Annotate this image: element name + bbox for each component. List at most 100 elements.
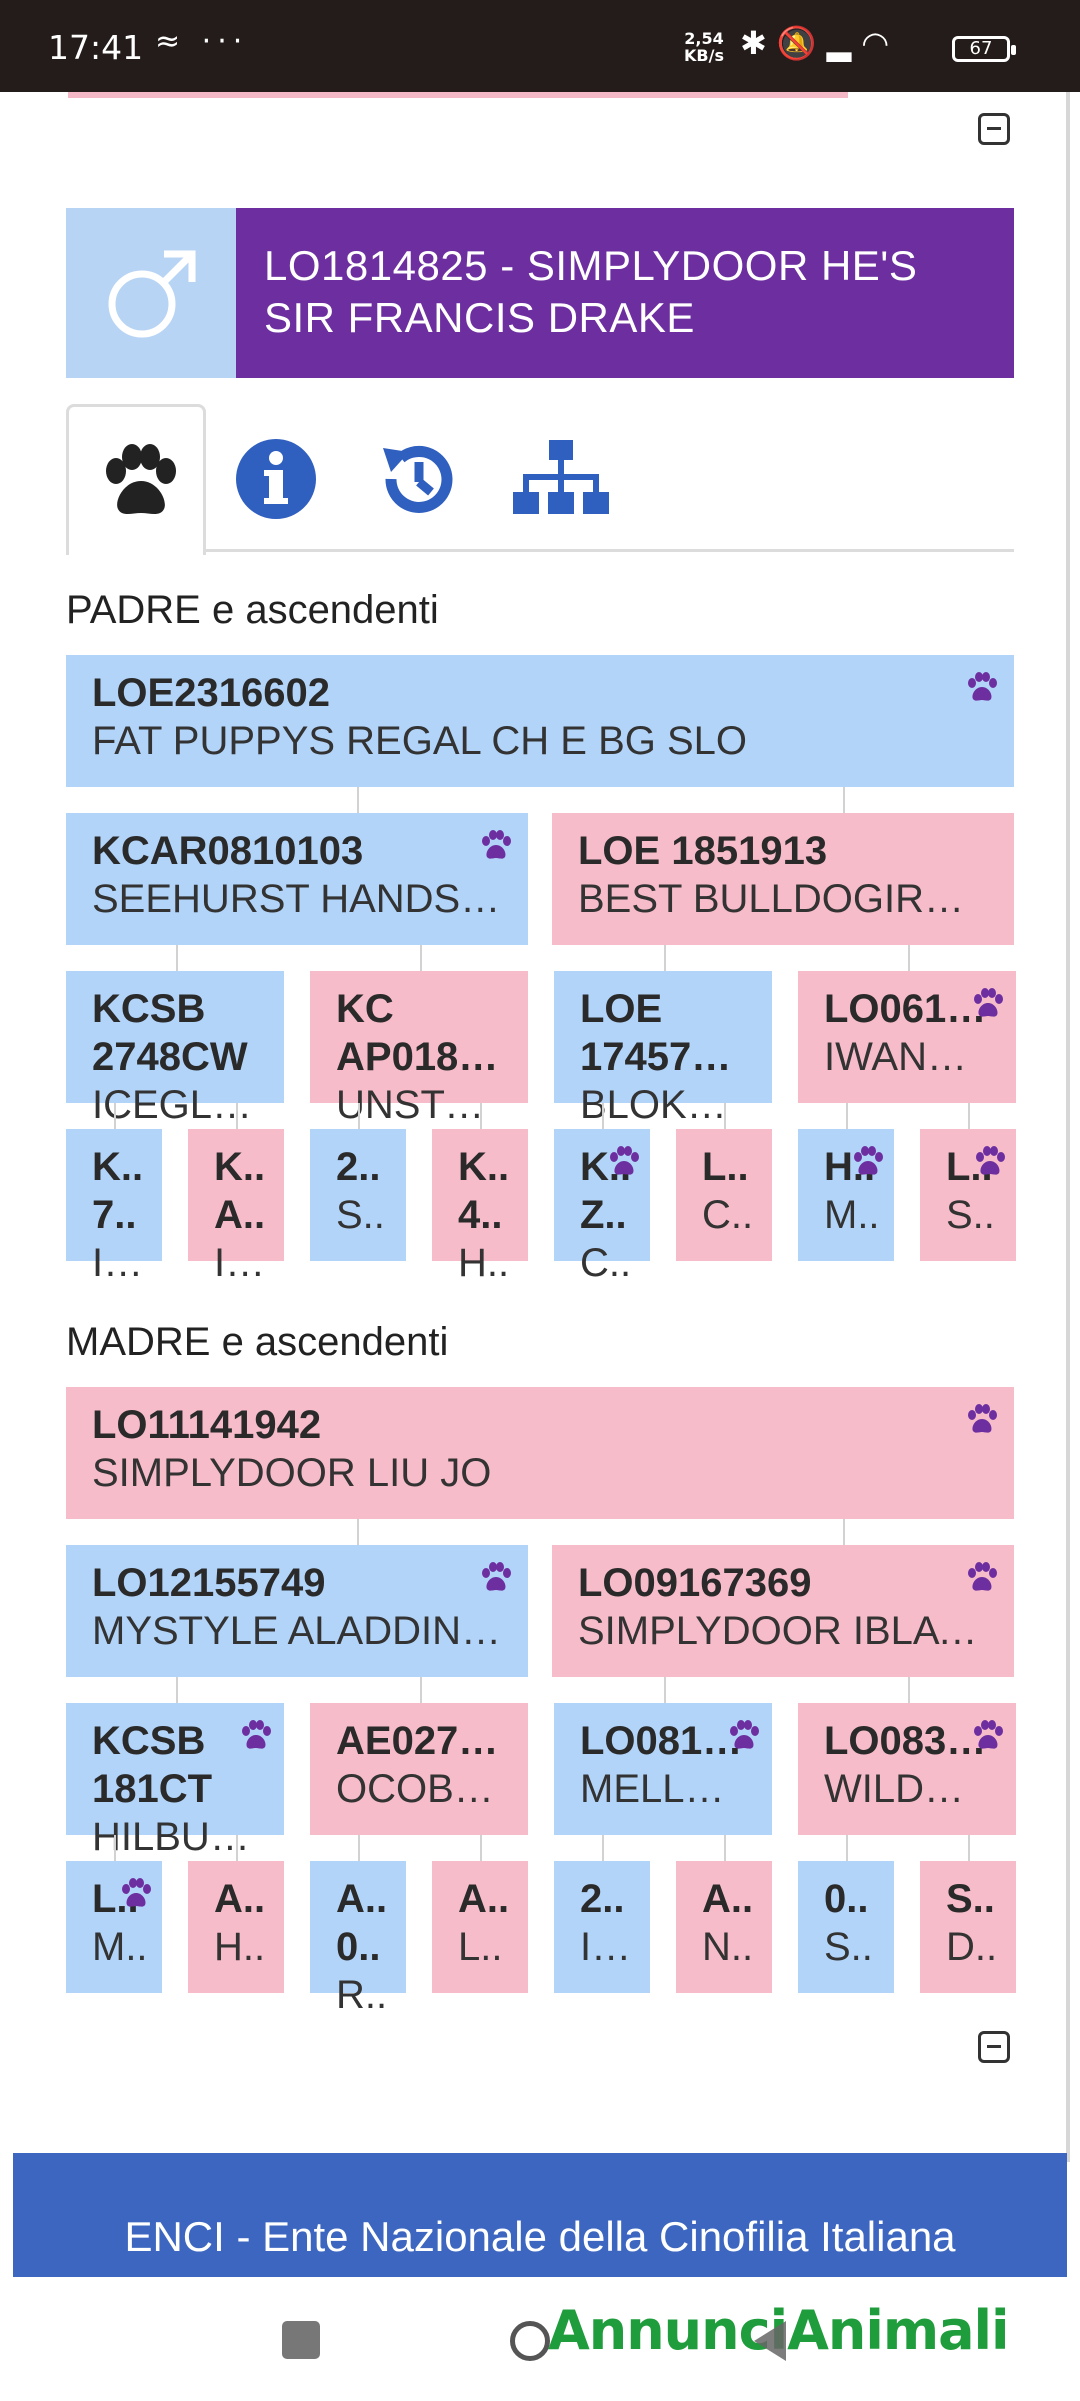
- pedigree-card-gen4[interactable]: S.. D..: [920, 1861, 1016, 1993]
- pedigree-card-gen4[interactable]: A.. 0.. R..: [310, 1861, 406, 2017]
- footer-text: ENCI - Ente Nazionale della Cinofilia It…: [124, 2213, 956, 2260]
- tree-connector: [968, 1103, 970, 1129]
- dog-code: S..: [946, 1193, 995, 1237]
- dog-header: LO1814825 - SIMPLYDOOR HE'S SIR FRANCIS …: [66, 208, 1014, 378]
- dog-name: SIMPLYDOOR LIU JO: [92, 1451, 492, 1495]
- pedigree-card-gen3[interactable]: KCSB 181CT HILBU…: [66, 1703, 284, 1859]
- history-icon: [383, 446, 453, 513]
- pedigree-card-gen1[interactable]: LOE2316602 FAT PUPPYS REGAL CH E BG SLO: [66, 655, 1014, 787]
- dog-name: R..: [336, 1973, 388, 2017]
- collapse-button-bottom[interactable]: [978, 2031, 1010, 2063]
- dog-code: I…: [580, 1925, 632, 1969]
- dog-code: M..: [824, 1193, 880, 1237]
- notification-icons: ≈ ···: [155, 24, 249, 59]
- tree-connector: [664, 1677, 666, 1703]
- tree-connector: [114, 1103, 116, 1129]
- tree-connector: [968, 1835, 970, 1861]
- tree-connector: [176, 945, 178, 971]
- tab-paw[interactable]: [66, 404, 206, 555]
- paw-icon: [238, 1717, 274, 1753]
- pedigree-card-gen4[interactable]: A.. H..: [188, 1861, 284, 1993]
- paw-icon: [478, 1559, 514, 1595]
- pedigree-card-gen1[interactable]: LO11141942 SIMPLYDOOR LIU JO: [66, 1387, 1014, 1519]
- home-button[interactable]: [510, 2321, 550, 2361]
- tree-connector: [480, 1835, 482, 1861]
- dog-code: K..: [92, 1145, 144, 1189]
- dog-name: MELLO…: [580, 1767, 746, 1811]
- pedigree-card-gen4[interactable]: L.. S..: [920, 1129, 1016, 1261]
- dog-code: AP018…: [336, 1035, 499, 1079]
- pedigree-card-gen3[interactable]: LOE 17457… BLOKH…: [554, 971, 772, 1127]
- pedigree-card-gen4[interactable]: K.. 7.. I…: [66, 1129, 162, 1285]
- dog-name: BEST BULLDOGIRO…: [578, 877, 988, 921]
- tree-connector: [908, 945, 910, 971]
- dog-code: D..: [946, 1925, 998, 1969]
- tree-connector: [480, 1103, 482, 1129]
- tree-connector: [236, 1103, 238, 1129]
- section-title: MADRE e ascendenti: [66, 1320, 449, 1364]
- male-icon: [66, 208, 236, 378]
- tree-connector: [602, 1835, 604, 1861]
- pedigree-card-gen3[interactable]: LO061… IWANN…: [798, 971, 1016, 1103]
- dog-name: I…: [214, 1241, 266, 1285]
- pedigree-card-gen2[interactable]: LOE 1851913 BEST BULLDOGIRO…: [552, 813, 1014, 945]
- pedigree-card-gen3[interactable]: KC AP018… UNSTO…: [310, 971, 528, 1127]
- dog-code: 2748CW: [92, 1035, 248, 1079]
- pedigree-card-gen4[interactable]: H.. M..: [798, 1129, 894, 1261]
- tab-pedigree[interactable]: [486, 404, 626, 552]
- wifi-icon: ◠: [861, 24, 900, 62]
- dog-code: S..: [946, 1877, 995, 1921]
- pedigree-card-gen4[interactable]: 2.. S..: [310, 1129, 406, 1261]
- dog-code: C..: [702, 1193, 754, 1237]
- enci-footer: ENCI - Ente Nazionale della Cinofilia It…: [13, 2153, 1067, 2277]
- dog-code: LOE2316602: [92, 671, 330, 715]
- dog-name: FAT PUPPYS REGAL CH E BG SLO: [92, 719, 748, 763]
- dog-name: UNSTO…: [336, 1083, 502, 1127]
- pedigree-card-gen4[interactable]: L.. M..: [66, 1861, 162, 1993]
- dog-code: LO12155749: [92, 1561, 326, 1605]
- paw-icon: [964, 1401, 1000, 1437]
- back-button[interactable]: [754, 2321, 786, 2361]
- tab-history[interactable]: [346, 404, 486, 552]
- dog-code: A..: [214, 1193, 266, 1237]
- tree-connector: [236, 1835, 238, 1861]
- pedigree-card-gen4[interactable]: 2.. I…: [554, 1861, 650, 1993]
- tree-connector: [846, 1835, 848, 1861]
- pedigree-card-gen2[interactable]: LO09167369 SIMPLYDOOR IBLA …: [552, 1545, 1014, 1677]
- dog-code: LO081…: [580, 1719, 743, 1763]
- scrollbar[interactable]: [1066, 92, 1070, 2162]
- pedigree-card-gen3[interactable]: KCSB 2748CW ICEGLI…: [66, 971, 284, 1127]
- pedigree-card-gen4[interactable]: A.. L..: [432, 1861, 528, 1993]
- pedigree-card-gen4[interactable]: 0.. S..: [798, 1861, 894, 1993]
- pedigree-card-gen2[interactable]: KCAR0810103 SEEHURST HANDS …: [66, 813, 528, 945]
- tree-connector: [724, 1835, 726, 1861]
- pedigree-card-gen3[interactable]: LO081… MELLO…: [554, 1703, 772, 1835]
- pedigree-card-gen4[interactable]: L.. C..: [676, 1129, 772, 1261]
- dog-code: LOE: [580, 987, 663, 1031]
- pedigree-card-gen4[interactable]: A.. N..: [676, 1861, 772, 1993]
- pedigree-card-gen4[interactable]: K.. A.. I…: [188, 1129, 284, 1285]
- dog-code: 4..: [458, 1193, 503, 1237]
- dog-code: N..: [702, 1925, 754, 1969]
- info-icon: [236, 439, 316, 519]
- dog-code: KC: [336, 987, 394, 1031]
- dog-code: KCSB: [92, 987, 206, 1031]
- dog-title: LO1814825 - SIMPLYDOOR HE'S SIR FRANCIS …: [236, 208, 1014, 378]
- pedigree-card-gen3[interactable]: AE027… OCOB…: [310, 1703, 528, 1835]
- previous-card-strip: [68, 92, 848, 98]
- pedigree-card-gen4[interactable]: K.. Z.. C..: [554, 1129, 650, 1285]
- paw-icon: [964, 669, 1000, 705]
- tab-info[interactable]: [206, 404, 346, 552]
- dog-code: LO083…: [824, 1719, 987, 1763]
- pedigree-card-gen2[interactable]: LO12155749 MYSTYLE ALADDIN …: [66, 1545, 528, 1677]
- dog-code: LO09167369: [578, 1561, 812, 1605]
- dog-name: SIMPLYDOOR IBLA …: [578, 1609, 988, 1653]
- tree-connector: [846, 1103, 848, 1129]
- paw-icon: [964, 1559, 1000, 1595]
- recents-button[interactable]: [282, 2321, 320, 2359]
- dog-code: 0..: [336, 1925, 381, 1969]
- pedigree-card-gen4[interactable]: K.. 4.. H..: [432, 1129, 528, 1285]
- collapse-button-top[interactable]: [978, 113, 1010, 145]
- signal-icon: ▂: [826, 24, 862, 62]
- pedigree-card-gen3[interactable]: LO083… WILDC…: [798, 1703, 1016, 1835]
